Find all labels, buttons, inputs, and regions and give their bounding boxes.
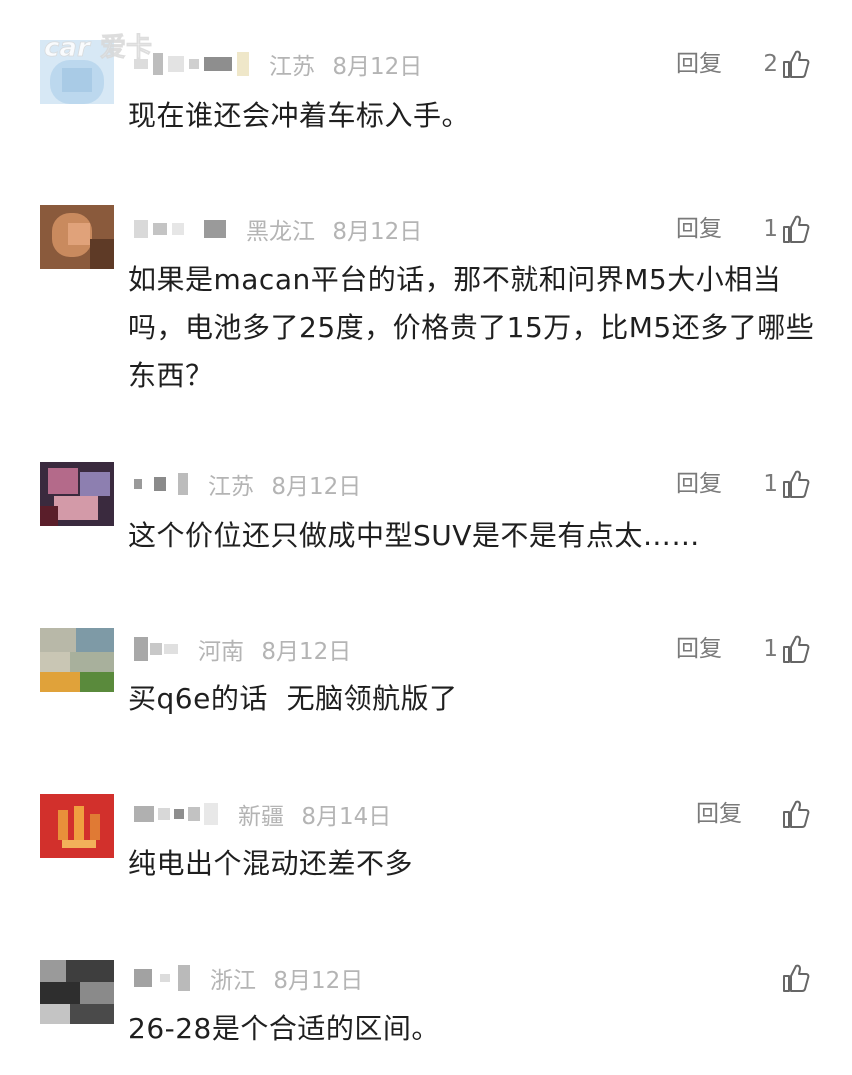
comment-region: 江苏 xyxy=(208,474,254,500)
comment-region: 浙江 xyxy=(210,968,256,994)
reply-button[interactable]: 回复 xyxy=(676,211,722,247)
comment-text: 纯电出个混动还差不多 xyxy=(128,847,414,880)
comment-region: 江苏 xyxy=(269,54,315,80)
comment-date: 8月14日 xyxy=(301,804,392,830)
like-button[interactable] xyxy=(778,960,810,996)
comment-meta: 江苏 8月12日 xyxy=(134,466,361,502)
username-blurred[interactable] xyxy=(134,803,218,825)
like-button[interactable]: 1 xyxy=(763,631,810,667)
comment-date: 8月12日 xyxy=(271,474,362,500)
avatar[interactable] xyxy=(40,794,114,858)
username-blurred[interactable] xyxy=(134,220,226,238)
thumbs-up-icon xyxy=(782,799,810,829)
username-blurred[interactable] xyxy=(134,473,188,495)
comment-region: 黑龙江 xyxy=(246,219,315,245)
thumbs-up-icon xyxy=(782,963,810,993)
username-blurred[interactable] xyxy=(134,965,190,991)
like-count: 1 xyxy=(763,471,778,497)
reply-button[interactable]: 回复 xyxy=(696,796,742,832)
comment-region: 河南 xyxy=(198,639,244,665)
thumbs-up-icon xyxy=(782,634,810,664)
reply-button[interactable]: 回复 xyxy=(676,46,722,82)
comment-meta: 浙江 8月12日 xyxy=(134,960,363,996)
svg-text:car: car xyxy=(44,33,92,63)
comment-region: 新疆 xyxy=(238,804,284,830)
watermark-text: 爱卡 xyxy=(100,33,152,63)
comment-date: 8月12日 xyxy=(273,968,364,994)
comment-text: 这个价位还只做成中型SUV是不是有点太…… xyxy=(128,519,700,552)
like-count: 1 xyxy=(763,216,778,242)
comment-meta: 河南 8月12日 xyxy=(134,631,351,667)
like-count: 2 xyxy=(763,51,778,77)
avatar[interactable] xyxy=(40,205,114,269)
watermark-logo: car 爱卡 xyxy=(8,18,188,78)
like-count: 1 xyxy=(763,636,778,662)
thumbs-up-icon xyxy=(782,469,810,499)
avatar[interactable] xyxy=(40,960,114,1024)
comment-meta: 新疆 8月14日 xyxy=(134,796,391,832)
comment-text: 买q6e的话 无脑领航版了 xyxy=(128,682,458,715)
avatar[interactable] xyxy=(40,462,114,526)
like-button[interactable] xyxy=(778,796,810,832)
avatar[interactable] xyxy=(40,628,114,692)
comment-meta: 黑龙江 8月12日 xyxy=(134,211,422,247)
comment-text: 如果是macan平台的话，那不就和问界M5大小相当吗，电池多了25度，价格贵了1… xyxy=(128,263,815,392)
comment-date: 8月12日 xyxy=(261,639,352,665)
reply-button[interactable]: 回复 xyxy=(676,631,722,667)
like-button[interactable]: 2 xyxy=(763,46,810,82)
like-button[interactable]: 1 xyxy=(763,466,810,502)
reply-button[interactable]: 回复 xyxy=(676,466,722,502)
comment-date: 8月12日 xyxy=(332,54,423,80)
comment-date: 8月12日 xyxy=(332,219,423,245)
username-blurred[interactable] xyxy=(134,637,178,661)
like-button[interactable]: 1 xyxy=(763,211,810,247)
thumbs-up-icon xyxy=(782,214,810,244)
comment-text: 26-28是个合适的区间。 xyxy=(128,1012,440,1045)
comment-text: 现在谁还会冲着车标入手。 xyxy=(128,99,471,132)
thumbs-up-icon xyxy=(782,49,810,79)
